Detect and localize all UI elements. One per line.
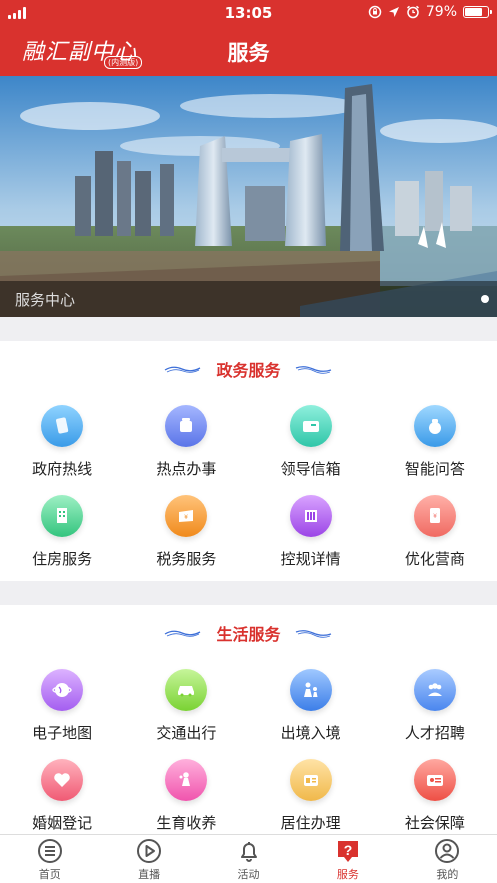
service-item[interactable]: ¥ 税务服务 <box>124 495 248 585</box>
service-grid: 电子地图 交通出行 出境入境 人才招聘婚姻登记 生育收养 居住办理 社会保障 <box>0 669 497 849</box>
section-header: 政务服务 <box>0 357 497 381</box>
battery-percent: 79% <box>425 4 457 20</box>
service-label: 领导信箱 <box>280 460 341 478</box>
section-life-services: 生活服务 电子地图 交通出行 出境入境 人才招聘婚姻登记 生育收养 居住办理 社会保障 <box>0 605 497 834</box>
wave-decoration-icon <box>165 366 201 373</box>
service-item[interactable]: 政府热线 <box>0 405 124 495</box>
heart-icon <box>41 759 84 801</box>
section-header: 生活服务 <box>0 621 497 645</box>
service-label: 税务服务 <box>156 550 217 568</box>
banner-caption-bar: 服务中心 <box>0 281 497 317</box>
carousel-indicator[interactable] <box>481 295 489 303</box>
tab-item[interactable]: ? 服务 <box>298 835 397 883</box>
service-grid: 政府热线 热点办事 领导信箱 智能问答住房服务 ¥ 税务服务 控规详情 ¥ 优化营商 <box>0 405 497 585</box>
service-label: 住房服务 <box>32 550 93 568</box>
service-label: 电子地图 <box>32 724 93 742</box>
tab-label: 我的 <box>436 868 459 881</box>
play-circle-icon <box>136 838 162 864</box>
user-circle-icon <box>434 838 460 864</box>
menu-circle-icon <box>37 838 63 864</box>
family-icon <box>289 669 332 711</box>
tab-label: 直播 <box>138 868 161 881</box>
ticket-icon: ¥ <box>165 495 208 537</box>
wave-decoration-icon <box>165 630 201 637</box>
service-label: 社会保障 <box>404 814 465 832</box>
service-item[interactable]: 人才招聘 <box>373 669 497 759</box>
banner-caption: 服务中心 <box>15 291 76 309</box>
phone-icon <box>41 405 84 447</box>
service-label: 控规详情 <box>280 550 341 568</box>
section-government-services: 政务服务 政府热线 热点办事 领导信箱 智能问答住房服务 ¥ 税务服务 控规详情 ¥ 优化营商 <box>0 341 497 581</box>
tab-item[interactable]: 我的 <box>398 835 497 883</box>
service-item[interactable]: ¥ 优化营商 <box>373 495 497 585</box>
city-icon <box>289 495 332 537</box>
service-item[interactable]: 出境入境 <box>249 669 373 759</box>
battery-icon <box>463 6 492 18</box>
service-item[interactable]: 热点办事 <box>124 405 248 495</box>
envelope-money-icon: ¥ <box>413 495 456 537</box>
service-item[interactable]: 交通出行 <box>124 669 248 759</box>
service-label: 智能问答 <box>404 460 465 478</box>
svg-text:¥: ¥ <box>433 513 437 520</box>
mailbox-icon <box>289 405 332 447</box>
service-label: 婚姻登记 <box>32 814 93 832</box>
globe-icon <box>41 669 84 711</box>
alarm-icon <box>406 5 419 19</box>
woman-icon <box>165 759 208 801</box>
service-label: 政府热线 <box>32 460 93 478</box>
service-item[interactable]: 控规详情 <box>249 495 373 585</box>
bag-icon <box>413 405 456 447</box>
service-item[interactable]: 智能问答 <box>373 405 497 495</box>
service-label: 居住办理 <box>280 814 341 832</box>
svg-text:?: ? <box>344 842 353 858</box>
nav-bar: 融汇副中心 (内测版) 服务 <box>0 26 497 76</box>
residence-icon <box>289 759 332 801</box>
tab-label: 服务 <box>336 868 359 881</box>
bell-icon <box>236 838 262 864</box>
help-square-icon: ? <box>335 838 361 864</box>
service-label: 人才招聘 <box>404 724 465 742</box>
bottom-tab-bar: 首页 直播 活动? 服务 我的 <box>0 834 497 883</box>
page-title: 服务 <box>227 41 270 65</box>
svg-text:¥: ¥ <box>184 514 188 521</box>
tab-item[interactable]: 首页 <box>0 835 99 883</box>
service-label: 优化营商 <box>404 550 465 568</box>
section-title: 政务服务 <box>216 361 281 380</box>
document-icon <box>165 405 208 447</box>
tab-label: 首页 <box>38 868 61 881</box>
rotation-lock-icon <box>368 5 382 19</box>
tab-item[interactable]: 直播 <box>99 835 198 883</box>
status-bar: 13:05 79% <box>0 0 497 26</box>
people-icon <box>413 669 456 711</box>
wave-decoration-icon <box>295 366 331 374</box>
wave-decoration-icon <box>295 630 331 638</box>
id-card-icon <box>413 759 456 801</box>
car-icon <box>165 669 208 711</box>
service-item[interactable]: 领导信箱 <box>249 405 373 495</box>
building-icon <box>41 495 84 537</box>
service-label: 出境入境 <box>280 724 341 742</box>
tab-item[interactable]: 活动 <box>199 835 298 883</box>
banner-carousel[interactable]: 服务中心 <box>0 76 497 317</box>
tab-label: 活动 <box>237 868 260 881</box>
service-label: 生育收养 <box>156 814 217 832</box>
section-title: 生活服务 <box>216 625 281 644</box>
location-icon <box>388 7 399 17</box>
service-label: 热点办事 <box>156 460 217 478</box>
service-label: 交通出行 <box>156 724 217 742</box>
service-item[interactable]: 电子地图 <box>0 669 124 759</box>
service-item[interactable]: 住房服务 <box>0 495 124 585</box>
